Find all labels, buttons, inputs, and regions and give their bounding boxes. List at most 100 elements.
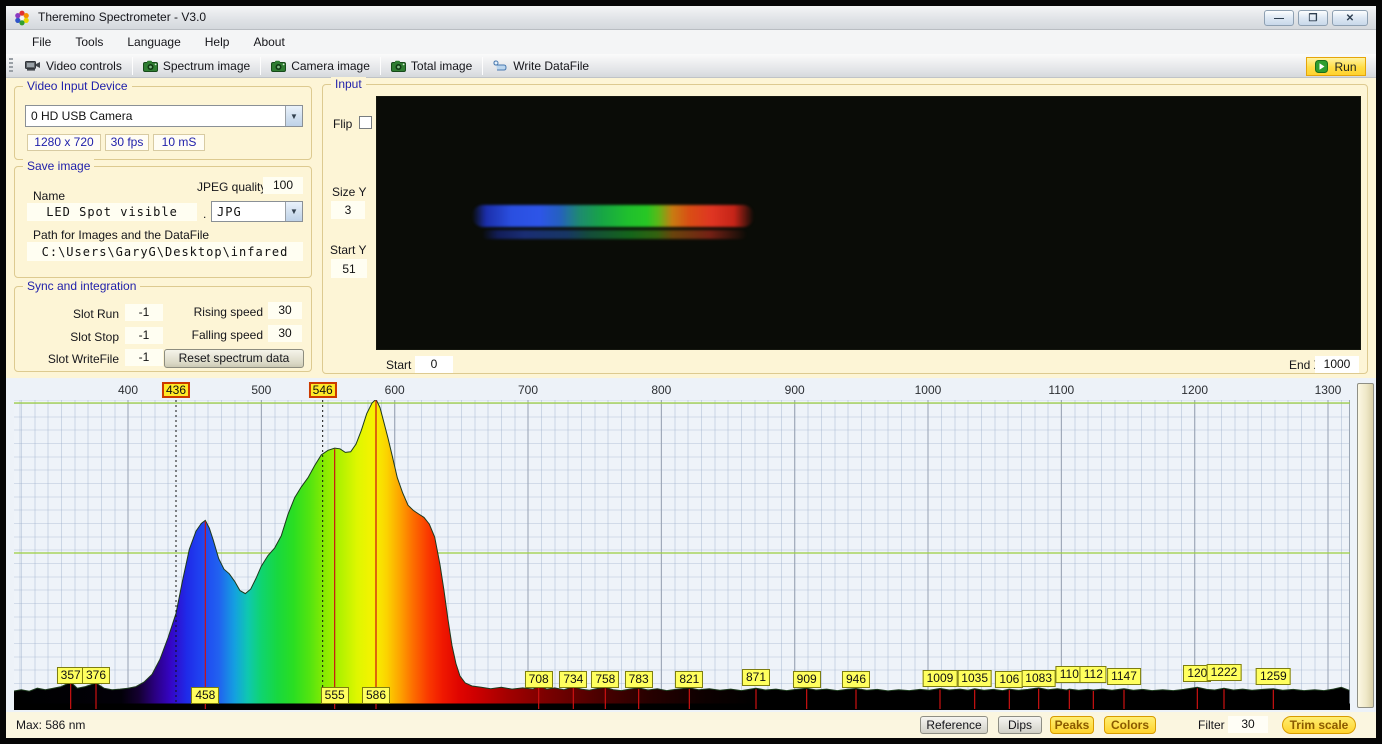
play-icon — [1315, 60, 1329, 73]
menu-item-language[interactable]: Language — [115, 32, 192, 52]
spectrum-band — [472, 205, 754, 227]
start-y-label: Start Y — [330, 243, 367, 257]
x-axis-tick-600: 600 — [384, 383, 405, 397]
flip-checkbox[interactable] — [359, 116, 372, 129]
jpeg-quality-field[interactable] — [263, 177, 303, 194]
peak-label-734: 734 — [559, 671, 588, 688]
start-y-field[interactable] — [331, 259, 367, 278]
slot-writefile-field[interactable] — [125, 349, 163, 366]
toolbar-separator — [131, 56, 133, 75]
peak-label-1259: 1259 — [1255, 668, 1291, 685]
format-value: JPG — [217, 204, 242, 219]
chevron-down-icon[interactable]: ▼ — [285, 202, 302, 221]
image-name-field[interactable] — [27, 203, 197, 221]
falling-speed-label: Falling speed — [191, 328, 263, 342]
x-axis-tick-700: 700 — [517, 383, 538, 397]
video-controls-icon — [25, 60, 40, 71]
peak-label-1083: 1083 — [1021, 670, 1057, 687]
chevron-down-icon[interactable]: ▼ — [285, 106, 302, 126]
start-x-field[interactable] — [415, 356, 453, 373]
flip-label: Flip — [333, 117, 353, 131]
peak-label-376: 376 — [81, 667, 111, 684]
window-title: Theremino Spectrometer - V3.0 — [38, 10, 207, 24]
exposure-button[interactable]: 10 mS — [153, 134, 205, 151]
menu-item-tools[interactable]: Tools — [63, 32, 115, 52]
camera-icon — [142, 60, 158, 72]
size-y-field[interactable] — [331, 201, 365, 219]
max-peak-readout: Max: 586 nm — [16, 718, 86, 732]
sync-title: Sync and integration — [23, 279, 141, 293]
calibration-label-546: 546 — [308, 382, 337, 398]
input-group: Input Flip Size Y Start Y Start X End X — [322, 77, 1368, 374]
chart-vertical-scrollbar[interactable] — [1357, 383, 1374, 708]
peak-label-871: 871 — [741, 669, 770, 686]
rising-speed-field[interactable] — [268, 302, 302, 319]
falling-speed-field[interactable] — [268, 325, 302, 342]
slot-stop-field[interactable] — [125, 327, 163, 344]
video-input-title: Video Input Device — [23, 79, 132, 93]
peak-label-357: 357 — [56, 667, 85, 684]
reset-spectrum-button[interactable]: Reset spectrum data — [164, 349, 304, 368]
toolbar-button-video-controls[interactable]: Video controls — [17, 56, 130, 76]
dot-separator: . — [203, 207, 207, 221]
end-x-field[interactable] — [1315, 356, 1359, 373]
toolbar-button-write-datafile[interactable]: Write DataFile — [485, 56, 597, 76]
peak-label-783: 783 — [624, 671, 653, 688]
format-select[interactable]: JPG ▼ — [211, 201, 303, 222]
close-button[interactable]: ✕ — [1332, 10, 1368, 26]
colors-button[interactable]: Colors — [1104, 716, 1156, 734]
save-image-title: Save image — [23, 159, 95, 173]
peak-label-555: 555 — [320, 687, 349, 704]
x-axis-tick-900: 900 — [784, 383, 805, 397]
camera-icon — [271, 60, 287, 72]
menu-item-help[interactable]: Help — [193, 32, 242, 52]
peak-label-586: 586 — [361, 687, 390, 704]
toolbar-button-label: Camera image — [291, 58, 370, 73]
path-field[interactable] — [27, 242, 303, 261]
filter-field[interactable] — [1228, 716, 1268, 733]
toolbar-button-spectrum-image[interactable]: Spectrum image — [135, 56, 258, 76]
trim-scale-button[interactable]: Trim scale — [1282, 716, 1356, 734]
camera-icon — [390, 60, 406, 72]
peak-label-106: 106 — [995, 671, 1024, 688]
slot-writefile-label: Slot WriteFile — [47, 352, 119, 366]
video-device-value: 0 HD USB Camera — [31, 109, 133, 123]
spectrum-chart: 400 500 600 700 800 900 1000 1100 1200 1300 436 546… — [6, 378, 1376, 712]
toolbar: Video controls Spectrum image Camera image… — [6, 54, 1376, 78]
x-axis-tick-1000: 1000 — [914, 383, 942, 397]
calibration-label-436: 436 — [161, 382, 190, 398]
run-button[interactable]: Run — [1306, 57, 1366, 76]
toolbar-button-total-image[interactable]: Total image — [383, 56, 480, 76]
title-bar: Theremino Spectrometer - V3.0 — ❐ ✕ — [6, 6, 1376, 30]
sync-group: Sync and integration Slot Run Slot Stop … — [14, 279, 312, 372]
toolbar-separator — [379, 56, 381, 75]
video-input-group: Video Input Device 0 HD USB Camera ▼ 128… — [14, 79, 312, 160]
slot-run-field[interactable] — [125, 304, 163, 321]
peak-label-909: 909 — [792, 671, 821, 688]
video-device-select[interactable]: 0 HD USB Camera ▼ — [25, 105, 303, 127]
filter-label: Filter — [1198, 718, 1225, 732]
x-axis-tick-1300: 1300 — [1314, 383, 1342, 397]
reference-button[interactable]: Reference — [920, 716, 988, 734]
maximize-button[interactable]: ❐ — [1298, 10, 1328, 26]
x-axis-tick-400: 400 — [117, 383, 139, 397]
peaks-button[interactable]: Peaks — [1050, 716, 1094, 734]
peak-label-946: 946 — [841, 671, 870, 688]
camera-view — [376, 96, 1361, 350]
peak-label-458: 458 — [191, 687, 220, 704]
name-label: Name — [33, 189, 66, 203]
toolbar-separator — [260, 56, 262, 75]
peak-label-708: 708 — [524, 671, 553, 688]
toolbar-button-label: Spectrum image — [162, 58, 251, 73]
main-panel: Video Input Device 0 HD USB Camera ▼ 128… — [6, 77, 1376, 378]
resolution-button[interactable]: 1280 x 720 — [27, 134, 101, 151]
dips-button[interactable]: Dips — [998, 716, 1042, 734]
toolbar-button-camera-image[interactable]: Camera image — [263, 56, 378, 76]
path-label: Path for Images and the DataFile — [33, 228, 210, 242]
menu-item-file[interactable]: File — [20, 32, 63, 52]
fps-button[interactable]: 30 fps — [105, 134, 149, 151]
chart-plot-area — [13, 398, 1350, 710]
minimize-button[interactable]: — — [1264, 10, 1294, 26]
menu-item-about[interactable]: About — [241, 32, 296, 52]
peak-label-1009: 1009 — [922, 670, 958, 687]
